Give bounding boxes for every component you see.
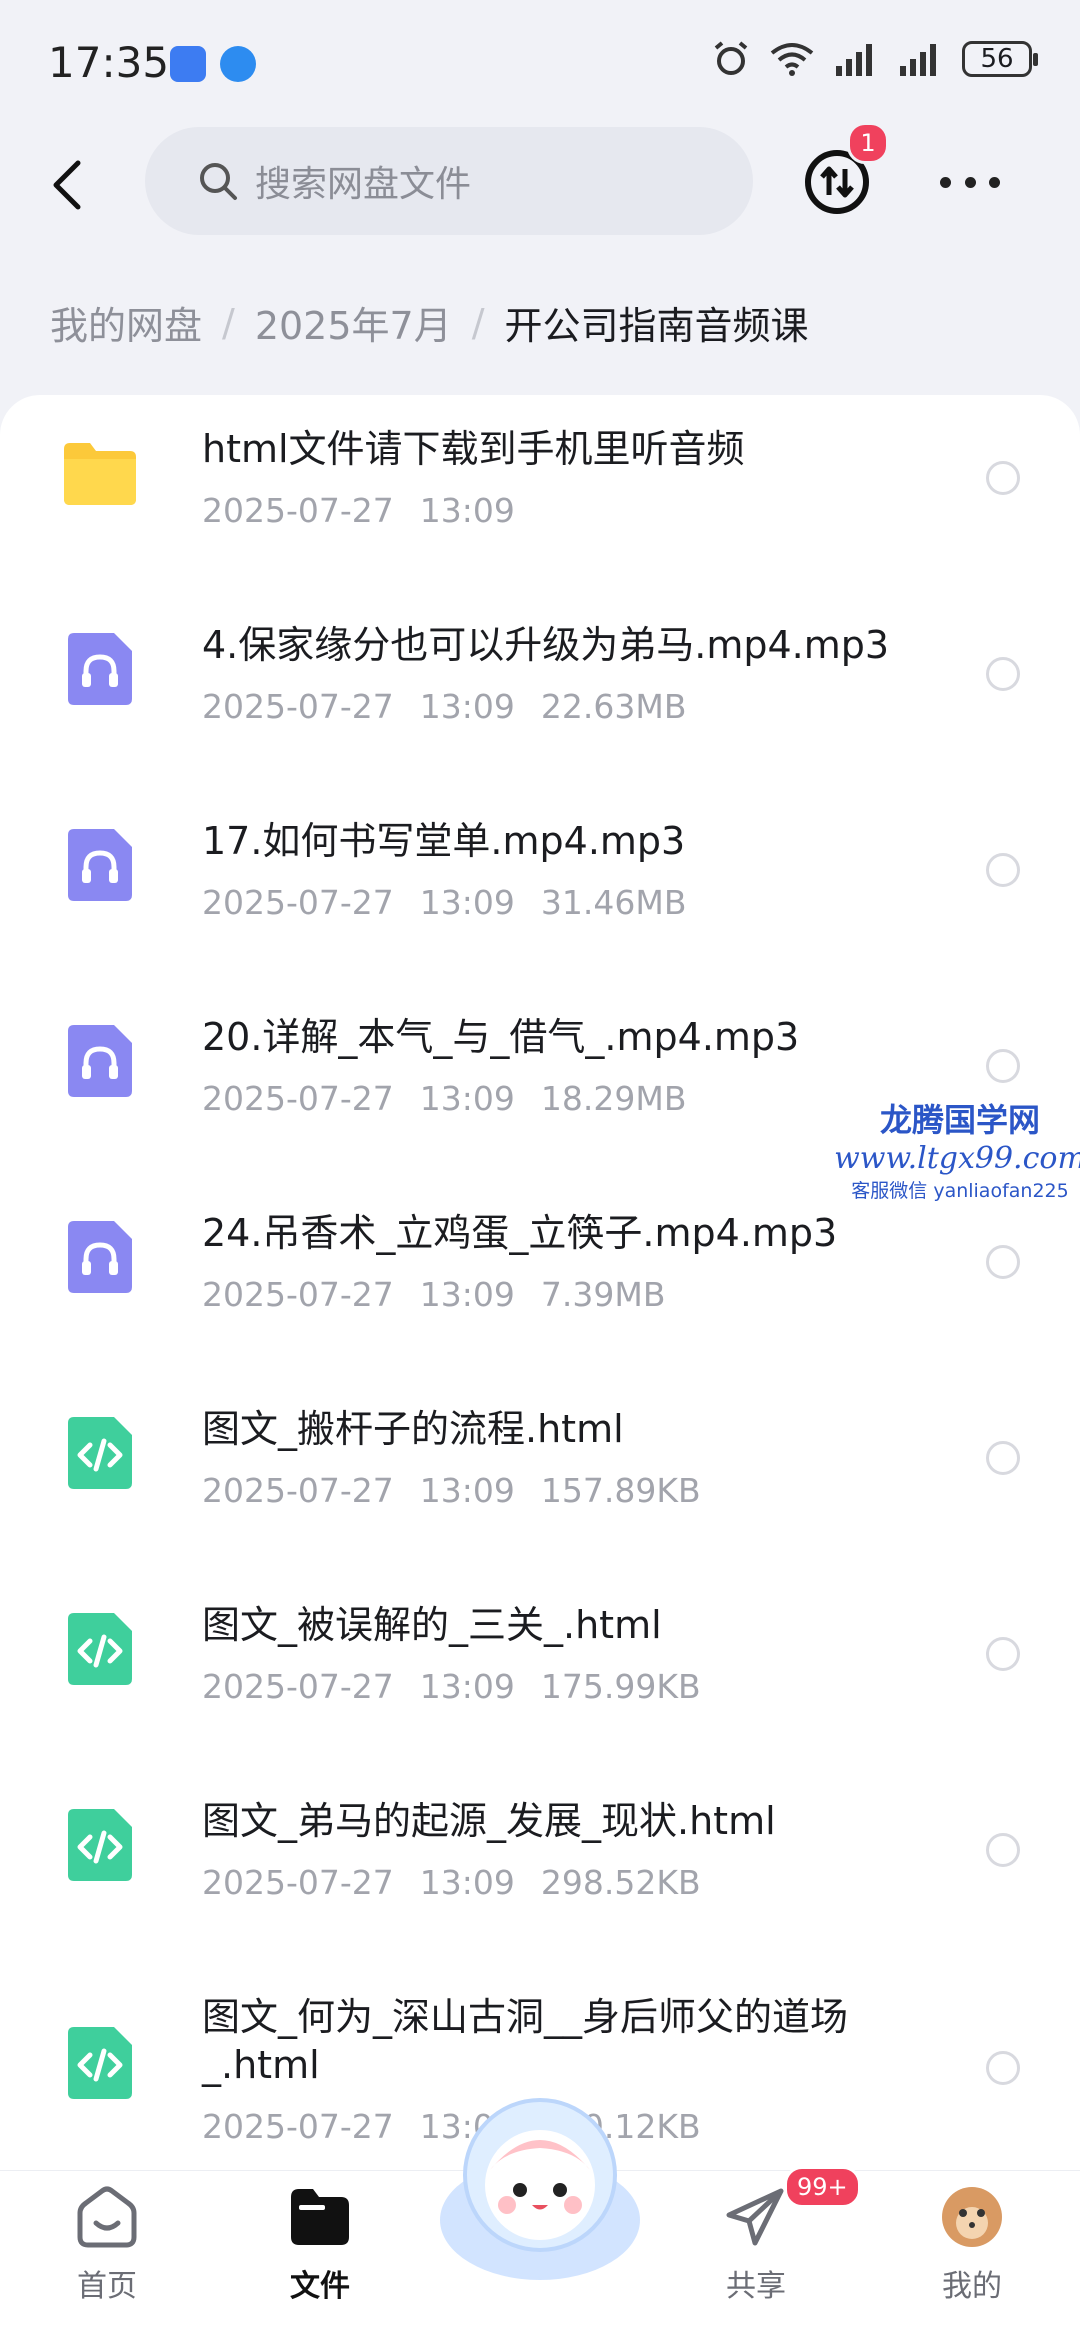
file-meta: 2025-07-27 13:09 18.29MB bbox=[202, 1079, 687, 1118]
wifi-icon bbox=[770, 43, 814, 76]
transfer-count-badge: 1 bbox=[847, 122, 889, 164]
file-meta: 2025-07-27 13:09 22.63MB bbox=[202, 687, 687, 726]
status-indicators: 56 bbox=[712, 40, 1038, 78]
status-bar: 17:35 56 bbox=[0, 0, 1080, 130]
nav-mine-label: 我的 bbox=[942, 2269, 1002, 2304]
select-checkbox[interactable] bbox=[986, 853, 1020, 887]
breadcrumb-separator: / bbox=[222, 300, 235, 345]
watermark-url: www.ltgx99.com bbox=[834, 1141, 1080, 1176]
file-meta: 2025-07-27 13:09 298.52KB bbox=[202, 1863, 701, 1902]
select-checkbox[interactable] bbox=[986, 1441, 1020, 1475]
search-icon bbox=[200, 163, 237, 200]
select-checkbox[interactable] bbox=[986, 1637, 1020, 1671]
search-input[interactable]: 搜索网盘文件 bbox=[145, 127, 753, 235]
select-checkbox[interactable] bbox=[986, 1833, 1020, 1867]
back-button[interactable] bbox=[40, 155, 100, 215]
notification-app-icon bbox=[170, 46, 206, 82]
file-name: 图文_搬杆子的流程.html bbox=[202, 1407, 624, 1451]
audio-file-icon bbox=[68, 829, 132, 901]
nav-share-label: 共享 bbox=[726, 2269, 786, 2304]
file-name: 图文_何为_深山古洞__身后师父的道场 bbox=[202, 1995, 849, 2039]
file-name: 4.保家缘分也可以升级为弟马.mp4.mp3 bbox=[202, 623, 890, 667]
html-file-icon bbox=[68, 2027, 132, 2099]
select-checkbox[interactable] bbox=[986, 657, 1020, 691]
folder-icon bbox=[64, 443, 136, 505]
file-meta: 2025-07-27 13:09 31.46MB bbox=[202, 883, 687, 922]
list-item[interactable]: html文件请下载到手机里听音频 2025-07-27 13:09 bbox=[0, 395, 1080, 591]
nav-mine[interactable]: 我的 bbox=[892, 2185, 1052, 2305]
select-checkbox[interactable] bbox=[986, 2051, 1020, 2085]
watermark-title: 龙腾国学网 bbox=[879, 1101, 1040, 1139]
html-file-icon bbox=[68, 1613, 132, 1685]
nav-files-label: 文件 bbox=[290, 2269, 350, 2304]
list-item[interactable]: 图文_搬杆子的流程.html 2025-07-27 13:09 157.89KB bbox=[0, 1375, 1080, 1571]
folder-icon bbox=[291, 2189, 349, 2245]
select-checkbox[interactable] bbox=[986, 1245, 1020, 1279]
file-meta: 2025-07-27 13:09 bbox=[202, 491, 515, 530]
list-item[interactable]: 24.吊香术_立鸡蛋_立筷子.mp4.mp3 2025-07-27 13:09 7.… bbox=[0, 1179, 1080, 1375]
file-meta: 2025-07-27 13:09 175.99KB bbox=[202, 1667, 701, 1706]
audio-file-icon bbox=[68, 633, 132, 705]
battery-level: 56 bbox=[980, 44, 1014, 74]
select-checkbox[interactable] bbox=[986, 1049, 1020, 1083]
watermark-subtitle: 客服微信 yanliaofan225 bbox=[851, 1180, 1069, 1202]
file-meta: 2025-07-27 13:09 7.39MB bbox=[202, 1275, 666, 1314]
signal-icon bbox=[836, 44, 872, 76]
battery-indicator: 56 bbox=[962, 41, 1038, 77]
send-icon bbox=[726, 2188, 784, 2246]
more-options-button[interactable] bbox=[940, 167, 1000, 197]
list-item[interactable]: 17.如何书写堂单.mp4.mp3 2025-07-27 13:09 31.46MB bbox=[0, 787, 1080, 983]
file-meta: 2025-07-27 13:09 157.89KB bbox=[202, 1471, 701, 1510]
file-name: 24.吊香术_立鸡蛋_立筷子.mp4.mp3 bbox=[202, 1211, 838, 1255]
list-item[interactable]: 图文_被误解的_三关_.html 2025-07-27 13:09 175.99KB bbox=[0, 1571, 1080, 1767]
file-name-continued: _.html bbox=[202, 2043, 320, 2087]
search-placeholder: 搜索网盘文件 bbox=[255, 164, 472, 205]
file-list: html文件请下载到手机里听音频 2025-07-27 13:09 4.保家缘分也… bbox=[0, 395, 1080, 2195]
watermark: 龙腾国学网 www.ltgx99.com 客服微信 yanliaofan225 bbox=[830, 1095, 1080, 1203]
nav-home-label: 首页 bbox=[77, 2269, 137, 2304]
list-item[interactable]: 4.保家缘分也可以升级为弟马.mp4.mp3 2025-07-27 13:09 22… bbox=[0, 591, 1080, 787]
ai-assistant-button[interactable] bbox=[435, 2090, 645, 2290]
audio-file-icon bbox=[68, 1025, 132, 1097]
html-file-icon bbox=[68, 1809, 132, 1881]
file-name: 图文_弟马的起源_发展_现状.html bbox=[202, 1799, 776, 1843]
home-icon bbox=[77, 2186, 137, 2248]
file-name: 图文_被误解的_三关_.html bbox=[202, 1603, 662, 1647]
share-notification-badge: 99+ bbox=[784, 2166, 861, 2208]
html-file-icon bbox=[68, 1417, 132, 1489]
list-item[interactable]: 图文_弟马的起源_发展_现状.html 2025-07-27 13:09 298.5… bbox=[0, 1767, 1080, 1963]
alarm-icon bbox=[714, 41, 748, 75]
file-name: 20.详解_本气_与_借气_.mp4.mp3 bbox=[202, 1015, 800, 1059]
breadcrumb: 我的网盘 / 2025年7月 / 开公司指南音频课 bbox=[50, 295, 809, 350]
audio-file-icon bbox=[68, 1221, 132, 1293]
signal-icon-2 bbox=[900, 44, 936, 76]
file-name: html文件请下载到手机里听音频 bbox=[202, 427, 745, 471]
file-name: 17.如何书写堂单.mp4.mp3 bbox=[202, 819, 686, 863]
status-time: 17:35 bbox=[48, 38, 170, 87]
top-bar: 搜索网盘文件 bbox=[0, 125, 1080, 245]
back-arrow-icon bbox=[53, 160, 81, 210]
breadcrumb-separator: / bbox=[471, 300, 485, 345]
nav-files[interactable]: 文件 bbox=[240, 2185, 400, 2305]
breadcrumb-item-current: 开公司指南音频课 bbox=[504, 304, 809, 348]
select-checkbox[interactable] bbox=[986, 461, 1020, 495]
notification-bulb-icon bbox=[220, 46, 256, 82]
breadcrumb-item-month[interactable]: 2025年7月 bbox=[255, 295, 452, 350]
nav-home[interactable]: 首页 bbox=[27, 2185, 187, 2305]
breadcrumb-item-root[interactable]: 我的网盘 bbox=[50, 295, 202, 350]
avatar bbox=[942, 2187, 1002, 2247]
